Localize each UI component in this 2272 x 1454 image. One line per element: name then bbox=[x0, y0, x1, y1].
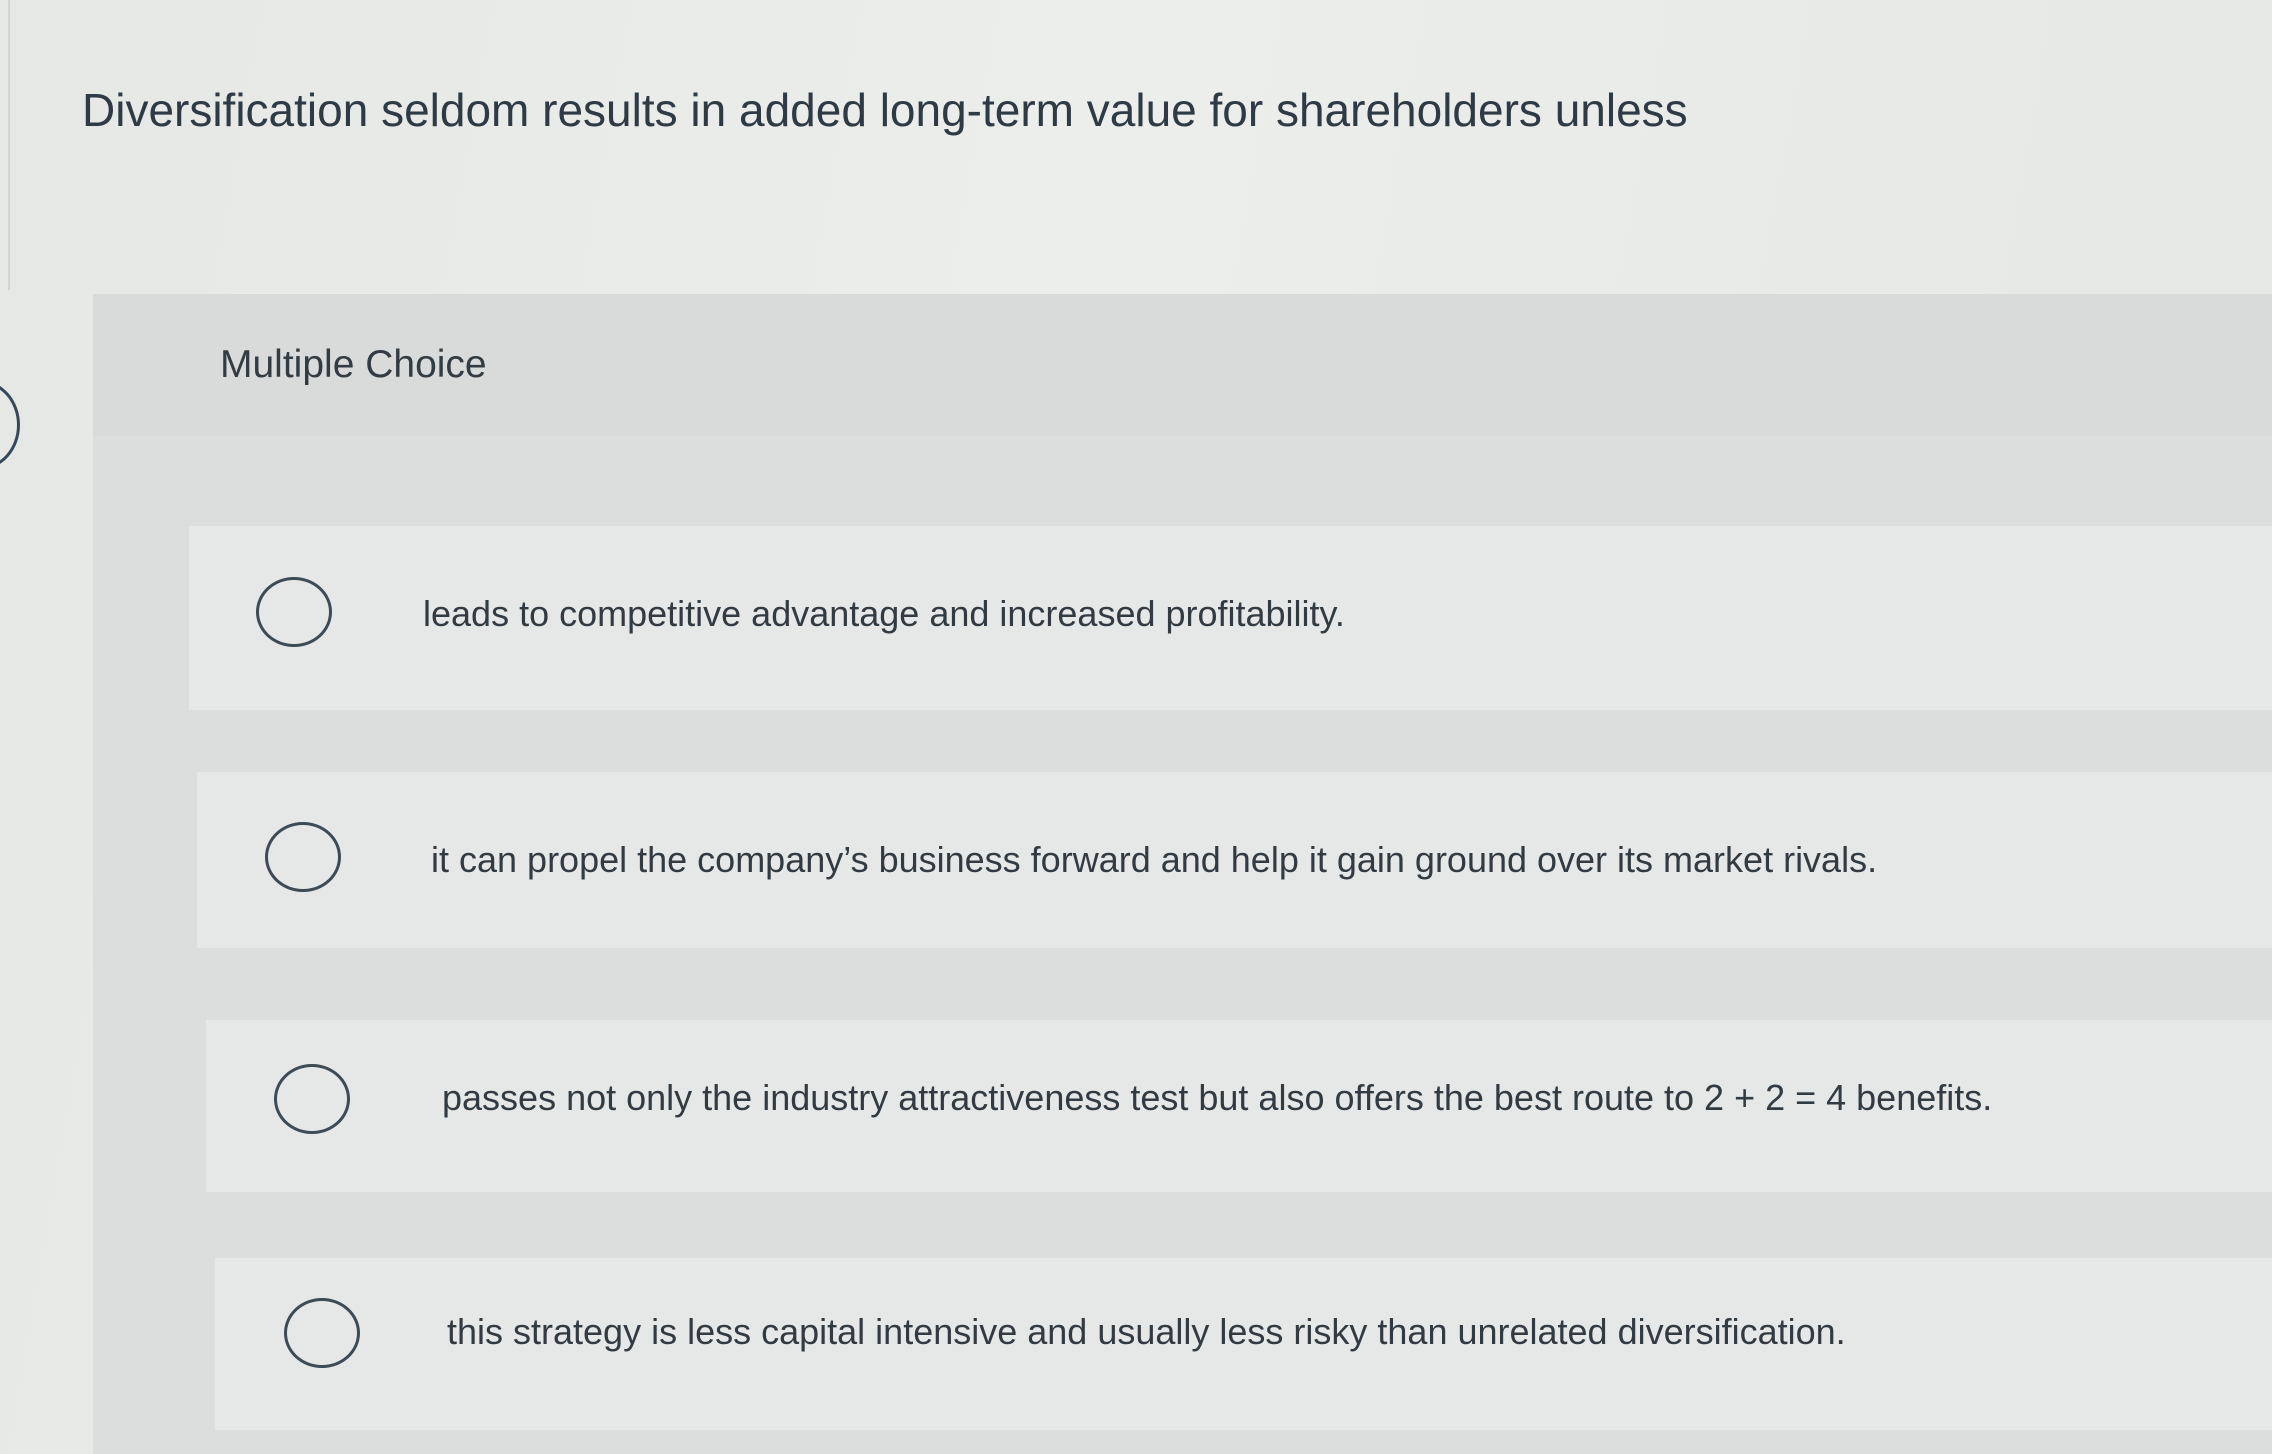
panel-header-label: Multiple Choice bbox=[220, 343, 487, 386]
choice-label: this strategy is less capital intensive … bbox=[447, 1311, 1846, 1352]
panel-header: Multiple Choice bbox=[93, 294, 2272, 436]
choice-option-4[interactable]: this strategy is less capital intensive … bbox=[215, 1258, 2272, 1430]
choice-label: passes not only the industry attractiven… bbox=[442, 1077, 1993, 1118]
radio-button-icon[interactable] bbox=[265, 822, 341, 892]
multiple-choice-panel: Multiple Choice leads to competitive adv… bbox=[93, 294, 2272, 1454]
left-edge-divider bbox=[0, 0, 10, 290]
question-prompt: Diversification seldom results in added … bbox=[82, 84, 1688, 136]
radio-button-icon[interactable] bbox=[284, 1298, 360, 1368]
choice-option-1[interactable]: leads to competitive advantage and incre… bbox=[189, 526, 2272, 710]
choice-label: leads to competitive advantage and incre… bbox=[423, 593, 1345, 634]
choice-option-2[interactable]: it can propel the company’s business for… bbox=[197, 772, 2272, 948]
choice-option-3[interactable]: passes not only the industry attractiven… bbox=[206, 1020, 2272, 1192]
radio-button-icon[interactable] bbox=[274, 1064, 350, 1134]
left-edge-partial-circle-icon bbox=[0, 380, 20, 470]
choice-label: it can propel the company’s business for… bbox=[431, 839, 1878, 880]
radio-button-icon[interactable] bbox=[256, 577, 332, 647]
